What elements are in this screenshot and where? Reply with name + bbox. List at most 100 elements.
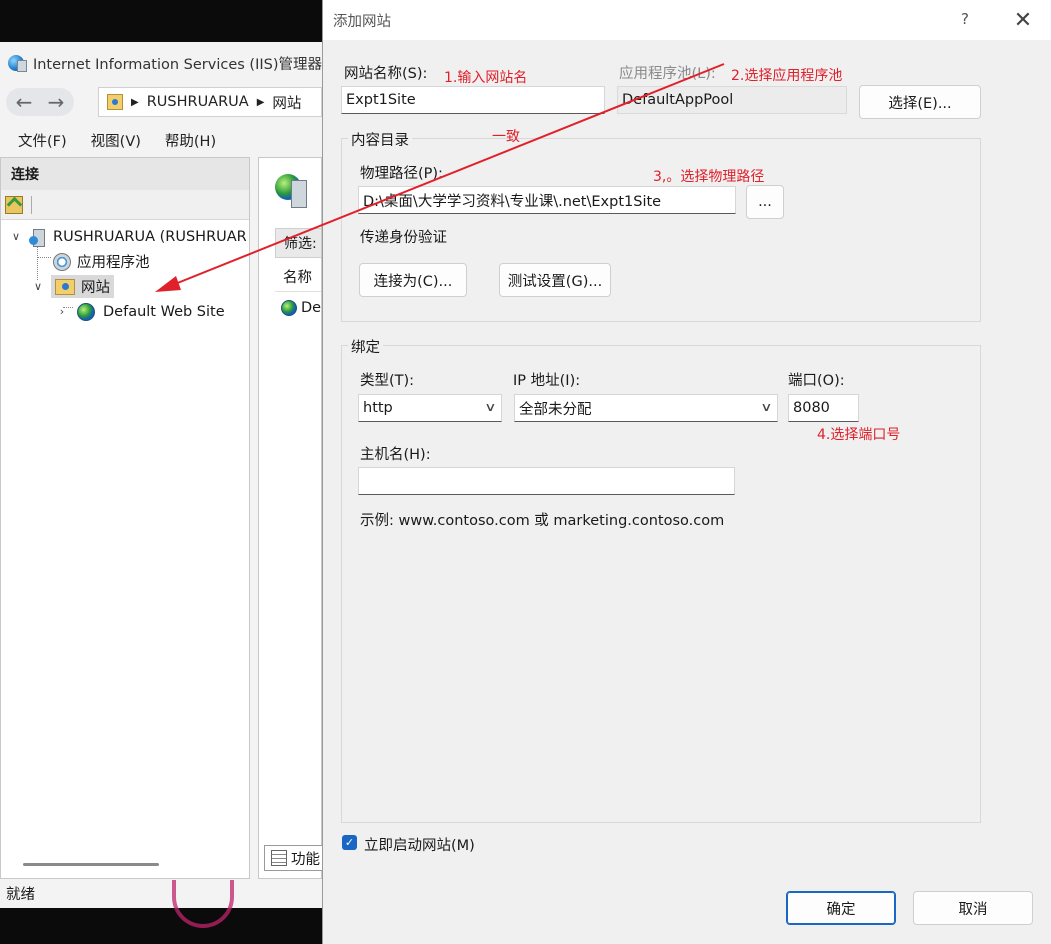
connect-icon[interactable] [5,195,23,214]
connections-tree: ∨ RUSHRUARUA (RUSHRUAR 应用程序池 ∨ 网站 › Defa… [1,220,249,324]
tree-item-server-label: RUSHRUARUA (RUSHRUAR [53,228,247,245]
features-view-tab[interactable]: 功能 [264,845,322,871]
connections-toolbar [1,190,249,220]
connections-header: 连接 [1,158,249,190]
app-pool-field: DefaultAppPool [617,86,847,114]
tree-item-server[interactable]: ∨ RUSHRUARUA (RUSHRUAR [1,224,249,249]
chevron-down-icon: ∨ [760,400,773,414]
app-pool-icon [53,252,71,271]
status-bar: 就绪 [0,879,322,908]
sites-folder-icon [55,278,75,295]
port-value: 8080 [793,400,830,416]
tree-item-default-site-label: Default Web Site [103,303,225,320]
breadcrumb-arrow-icon[interactable]: ▶ [257,97,265,108]
server-icon [29,228,47,247]
cancel-button-label: 取消 [958,901,988,918]
breadcrumb-server[interactable]: RUSHRUARUA [147,94,249,110]
status-text: 就绪 [6,887,35,903]
annotation-2: 2.选择应用程序池 [731,68,843,84]
ip-address-select[interactable]: 全部未分配 ∨ [514,394,778,422]
features-view-icon [271,850,287,866]
close-icon[interactable]: ✕ [1011,6,1035,34]
app-pool-value: DefaultAppPool [622,92,734,108]
connections-scrollbar[interactable] [23,863,159,866]
dialog-title: 添加网站 [333,13,391,30]
select-app-pool-label: 选择(E)... [888,95,952,112]
annotation-1: 1.输入网站名 [444,70,528,86]
breadcrumb[interactable]: ▶ RUSHRUARUA ▶ 网站 [98,87,322,117]
ok-button[interactable]: 确定 [786,891,896,925]
start-site-checkbox[interactable]: ✓ [342,835,357,850]
ip-address-value: 全部未分配 [519,401,592,418]
menu-help[interactable]: 帮助(H) [165,130,216,151]
name-column-header[interactable]: 名称 [275,262,321,292]
iis-app-icon [8,53,27,73]
type-value: http [363,400,393,416]
filter-bar[interactable]: 筛选: [275,228,321,258]
passthrough-auth-label: 传递身份验证 [360,230,447,246]
host-name-label: 主机名(H): [360,447,431,463]
cancel-button[interactable]: 取消 [913,891,1033,925]
physical-path-label: 物理路径(P): [360,166,443,182]
dialog-titlebar: 添加网站 ? ✕ [323,0,1051,40]
tree-item-default-site[interactable]: › Default Web Site [1,299,249,324]
chevron-down-icon[interactable]: ∨ [31,280,45,293]
breadcrumb-sites[interactable]: 网站 [272,92,301,113]
globe-icon [281,300,297,316]
toolbar-separator [31,195,32,214]
test-settings-button[interactable]: 测试设置(G)... [499,263,611,297]
taskbar-app-icon [172,880,234,928]
chevron-right-icon[interactable]: › [55,305,69,318]
features-view-label: 功能 [291,851,320,868]
forward-arrow-icon[interactable]: → [40,88,72,116]
physical-path-input[interactable]: D:\桌面\大学学习资料\专业课\.net\Expt1Site [358,186,736,214]
binding-title: 绑定 [348,336,383,357]
annotation-3: 3,。选择物理路径 [653,169,765,185]
tree-item-sites-selected: 网站 [51,275,114,298]
browse-path-button[interactable]: ... [746,185,784,219]
type-select[interactable]: http ∨ [358,394,502,422]
browse-path-label: ... [758,194,772,210]
start-site-label: 立即启动网站(M) [364,838,475,854]
filter-label: 筛选: [284,236,317,252]
tree-item-app-pools[interactable]: 应用程序池 [1,249,249,274]
menu-view[interactable]: 视图(V) [91,130,141,151]
port-input[interactable]: 8080 [788,394,859,422]
iis-manager-window: Internet Information Services (IIS)管理器 ←… [0,42,322,908]
menu-file[interactable]: 文件(F) [18,130,67,151]
address-bar: ← → ▶ RUSHRUARUA ▶ 网站 [0,84,322,120]
connect-as-button[interactable]: 连接为(C)... [359,263,467,297]
chevron-down-icon: ∨ [484,400,497,414]
ip-address-label: IP 地址(I): [513,373,581,389]
help-icon[interactable]: ? [961,10,969,28]
connections-pane: 连接 ∨ RUSHRUARUA (RUSHRUAR 应用程序池 ∨ 网站 › D… [0,157,250,879]
sites-header-icon [275,172,309,210]
breadcrumb-arrow-icon[interactable]: ▶ [131,97,139,108]
name-column-label: 名称 [283,270,312,286]
site-name-value: Expt1Site [346,92,416,108]
host-name-input[interactable] [358,467,735,495]
site-name-label: 网站名称(S): [344,66,428,82]
nav-buttons: ← → [6,88,74,116]
list-item-label: De [301,300,322,316]
select-app-pool-button[interactable]: 选择(E)... [859,85,981,119]
tree-item-sites[interactable]: ∨ 网站 [1,274,249,299]
app-pool-label: 应用程序池(L): [619,66,716,82]
site-name-input[interactable]: Expt1Site [341,86,605,114]
ok-button-label: 确定 [826,901,856,918]
list-item[interactable]: De [275,296,322,320]
back-arrow-icon[interactable]: ← [8,88,40,116]
globe-icon [77,302,95,321]
menu-bar: 文件(F) 视图(V) 帮助(H) [0,126,322,154]
add-website-dialog: 添加网站 ? ✕ 网站名称(S): Expt1Site 应用程序池(L): De… [322,0,1051,944]
port-label: 端口(O): [788,373,845,389]
tree-item-sites-label: 网站 [81,280,110,296]
physical-path-value: D:\桌面\大学学习资料\专业课\.net\Expt1Site [363,193,662,210]
annotation-consistent: 一致 [492,129,520,145]
chevron-down-icon[interactable]: ∨ [9,230,23,243]
iis-window-title: Internet Information Services (IIS)管理器 [32,56,322,73]
tree-item-app-pools-label: 应用程序池 [77,255,150,271]
iis-titlebar: Internet Information Services (IIS)管理器 [0,42,322,84]
content-directory-title: 内容目录 [348,129,412,150]
host-name-example: 示例: www.contoso.com 或 marketing.contoso.… [360,513,725,529]
